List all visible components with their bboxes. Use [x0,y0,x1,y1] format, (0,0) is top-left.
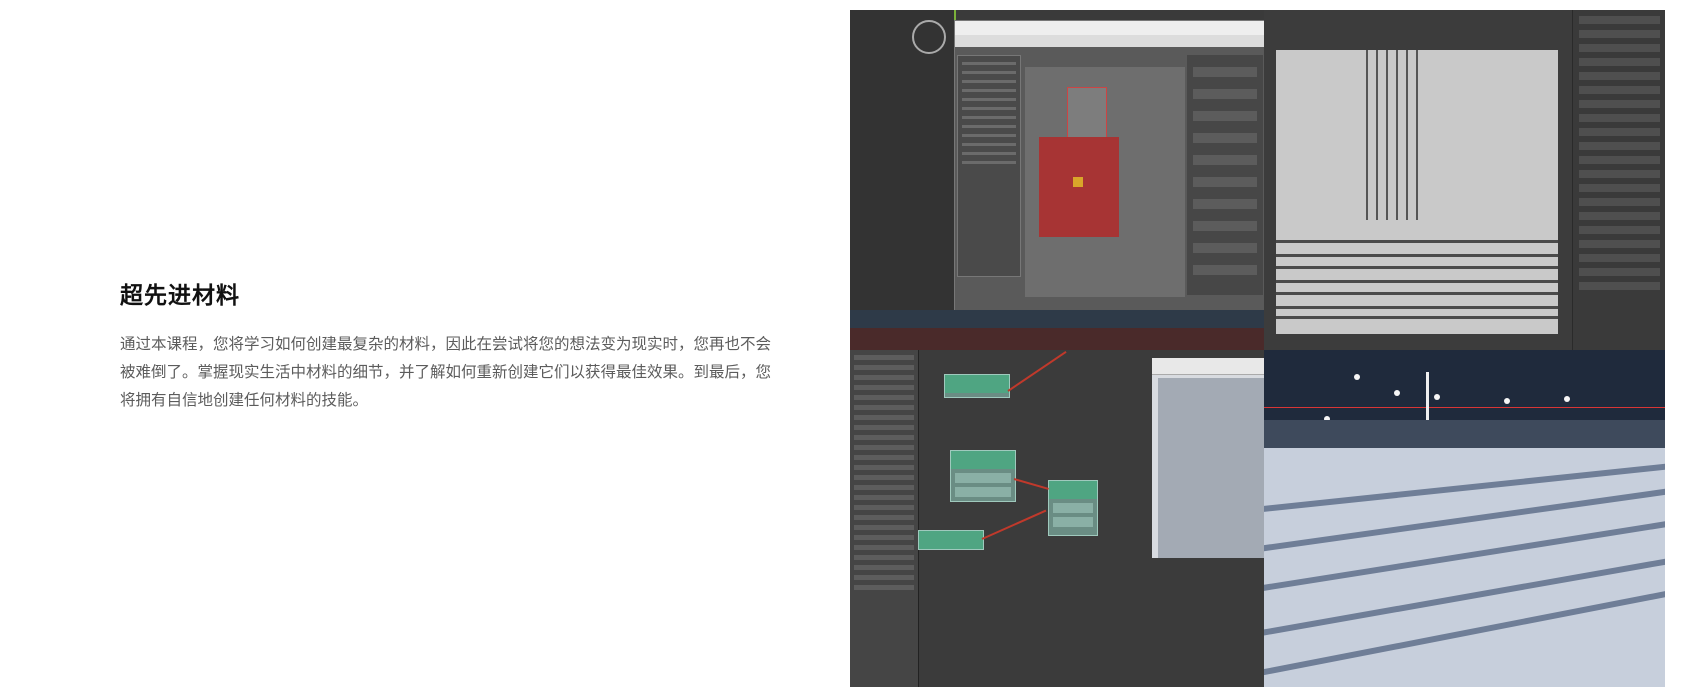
red-guide-line [1264,407,1665,408]
render-frame-window [1152,358,1264,558]
uv-window-menubar [955,35,1264,47]
render-uvs-dialog [957,55,1021,277]
node-wire [1007,351,1067,392]
material-browser [850,350,919,687]
snow-ground [1264,448,1665,687]
slate-material-editor-screenshot [850,350,1264,687]
bitmap-node [944,374,1010,398]
composite-node [1048,480,1098,536]
feature-title: 超先进材料 [120,283,240,309]
node-wire [981,509,1047,540]
viewport [850,10,956,350]
uv-pivot-marker [1073,177,1083,187]
viewcube-icon [912,20,946,54]
uv-editor-screenshot [850,10,1264,350]
texture-canvas [1276,50,1558,334]
layers-panel [1572,10,1665,350]
node-wire [1013,478,1049,490]
uv-editor-window [954,20,1264,312]
quick-transform-panel [1187,55,1263,295]
night-sky [1264,350,1665,420]
photoshop-screenshot [1264,10,1665,350]
uv-window-titlebar [955,21,1264,35]
screenshot-collage [850,10,1665,687]
viewport-floor [850,328,1264,350]
uv-island-selected [1039,137,1119,237]
displacement-node [918,530,984,550]
viewport-frame [850,10,956,310]
feature-description: 通过本课程，您将学习如何创建最复杂的材料，因此在尝试将您的想法变为现实时，您再也… [120,335,772,409]
feature-text-block: 超先进材料 通过本课程，您将学习如何创建最复杂的材料，因此在尝试将您的想法变为现… [120,276,772,414]
mix-node [950,450,1016,502]
uv-canvas [1025,67,1185,297]
horizon [1264,420,1665,448]
snow-render-image [1264,350,1665,687]
